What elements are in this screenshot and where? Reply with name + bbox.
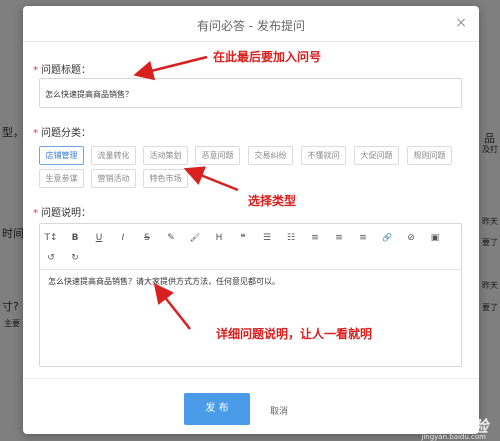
title-annotation: 在此最后要加入问号 xyxy=(213,50,322,64)
description-annotation: 详细问题说明，让人一看就明 xyxy=(216,327,373,341)
category-arrow xyxy=(183,166,239,192)
description-arrow xyxy=(153,283,191,330)
watermark-url: jingyan.baidu.com xyxy=(421,433,486,441)
category-annotation: 选择类型 xyxy=(248,194,297,208)
annotation-arrows xyxy=(133,55,239,330)
title-arrow xyxy=(133,55,208,81)
